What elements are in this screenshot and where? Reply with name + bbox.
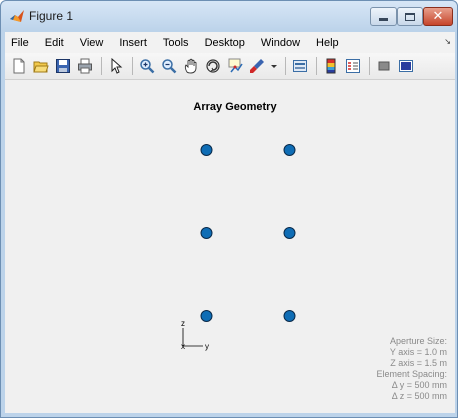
menu-tools[interactable]: Tools	[155, 37, 197, 49]
figure-canvas[interactable]: Array Geometry z x y Aperture Size: Y ax…	[5, 80, 455, 413]
open-file-button[interactable]	[31, 56, 51, 76]
menu-window[interactable]: Window	[253, 37, 308, 49]
pan-icon	[184, 58, 197, 74]
zoom-in-button[interactable]	[137, 56, 157, 76]
pointer-icon	[111, 58, 123, 74]
aperture-y-axis: Y axis = 1.0 m	[389, 347, 447, 357]
toolbar-separator	[132, 57, 133, 75]
brush-button[interactable]	[247, 56, 267, 76]
figure-window: Figure 1 ✕ File Edit View Insert Tools D…	[0, 0, 458, 418]
hide-plot-tools-icon	[378, 61, 390, 71]
menu-desktop[interactable]: Desktop	[197, 37, 253, 49]
pan-button[interactable]	[181, 56, 201, 76]
array-info-panel: Aperture Size: Y axis = 1.0 m Z axis = 1…	[376, 336, 447, 402]
y-axis-label: y	[205, 342, 209, 351]
minimize-button[interactable]	[370, 7, 397, 26]
axis-triad: z x y	[181, 319, 209, 351]
legend-icon	[346, 59, 360, 73]
colorbar-button[interactable]	[321, 56, 341, 76]
hide-plot-tools-button[interactable]	[374, 56, 394, 76]
colorbar-icon	[326, 58, 336, 74]
zoom-out-icon	[162, 59, 177, 74]
array-element-marker	[200, 144, 213, 156]
open-file-icon	[33, 61, 49, 73]
zoom-out-button[interactable]	[159, 56, 179, 76]
array-element-marker	[283, 144, 296, 156]
menu-insert[interactable]: Insert	[111, 37, 155, 49]
array-element-marker	[283, 227, 296, 239]
close-button[interactable]: ✕	[423, 7, 453, 26]
spacing-delta-y: Δ y = 500 mm	[391, 380, 447, 390]
x-axis-label: x	[181, 342, 185, 351]
brush-dropdown-button[interactable]	[269, 56, 279, 76]
toolbar-separator	[369, 57, 370, 75]
menu-bar: File Edit View Insert Tools Desktop Wind…	[5, 32, 455, 53]
link-plot-button[interactable]	[290, 56, 310, 76]
menu-view[interactable]: View	[72, 37, 112, 49]
menu-edit[interactable]: Edit	[37, 37, 72, 49]
legend-button[interactable]	[343, 56, 363, 76]
aperture-heading: Aperture Size:	[389, 336, 447, 346]
maximize-button[interactable]	[397, 7, 423, 26]
toolbar-separator	[285, 57, 286, 75]
maximize-icon	[405, 12, 415, 21]
toolbar-separator	[316, 57, 317, 75]
minimize-icon	[379, 18, 388, 21]
figure-toolbar	[5, 53, 455, 80]
save-button[interactable]	[53, 56, 73, 76]
spacing-delta-z: Δ z = 500 mm	[391, 391, 447, 401]
print-button[interactable]	[75, 56, 95, 76]
rotate-3d-icon	[206, 59, 220, 73]
array-element-marker	[283, 310, 296, 322]
aperture-z-axis: Z axis = 1.5 m	[390, 358, 447, 368]
menu-file[interactable]: File	[5, 37, 37, 49]
matlab-logo-icon	[10, 10, 24, 22]
title-bar[interactable]: Figure 1 ✕	[1, 1, 457, 31]
chevron-down-icon	[271, 65, 277, 68]
menu-help[interactable]: Help	[308, 37, 347, 49]
link-plot-icon	[293, 60, 307, 72]
save-icon	[56, 59, 70, 73]
toolbar-separator	[101, 57, 102, 75]
show-plot-tools-icon	[399, 60, 413, 72]
zoom-in-icon	[140, 59, 155, 74]
spacing-heading: Element Spacing:	[376, 369, 447, 379]
data-cursor-icon	[228, 58, 243, 73]
array-element-marker	[200, 227, 213, 239]
data-cursor-button[interactable]	[225, 56, 245, 76]
new-figure-icon	[13, 58, 25, 74]
brush-icon	[250, 59, 264, 73]
window-title: Figure 1	[29, 9, 74, 23]
close-icon: ✕	[432, 9, 444, 24]
menu-overflow-icon[interactable]: ↘	[444, 37, 451, 46]
new-figure-button[interactable]	[9, 56, 29, 76]
array-element-marker	[200, 310, 213, 322]
show-plot-tools-button[interactable]	[396, 56, 416, 76]
rotate-3d-button[interactable]	[203, 56, 223, 76]
z-axis-label: z	[181, 319, 185, 328]
print-icon	[78, 58, 92, 74]
edit-plot-button[interactable]	[106, 56, 126, 76]
